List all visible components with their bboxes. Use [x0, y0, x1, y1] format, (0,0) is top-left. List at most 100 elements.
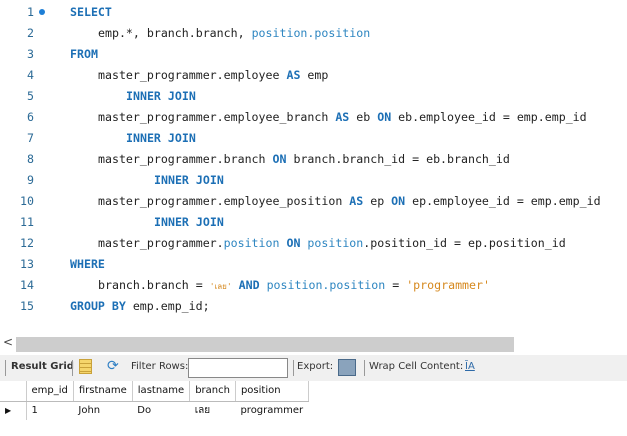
code-text: GROUP BY emp.emp_id; — [70, 296, 210, 317]
code-text: WHERE — [70, 254, 105, 275]
line-number: 1 — [27, 5, 34, 19]
code-line[interactable]: 8 master_programmer.branch ON branch.bran… — [0, 149, 627, 170]
row-pointer-icon: ▶ — [0, 401, 27, 420]
code-text: SELECT — [70, 2, 112, 23]
code-token: branch.branch_id = eb.branch_id — [286, 152, 510, 166]
code-line[interactable]: 14 branch.branch = 'เลย' AND position.pos… — [0, 275, 627, 296]
code-token: position.position — [266, 278, 386, 292]
wrap-cell-icon[interactable]: ĪA — [465, 361, 475, 372]
column-header[interactable]: emp_id — [26, 381, 74, 402]
code-token: ep.employee_id = emp.emp_id — [405, 194, 601, 208]
divider — [364, 360, 365, 376]
code-line[interactable]: 2 emp.*, branch.branch, position.position — [0, 23, 627, 44]
code-token: ON — [286, 236, 301, 250]
table-cell[interactable]: 1 — [26, 401, 73, 420]
table-cell[interactable]: Do — [132, 401, 189, 420]
code-token: .position_id = ep.position_id — [363, 236, 566, 250]
statement-marker-icon — [39, 9, 45, 15]
code-line[interactable]: 12 master_programmer.position ON position… — [0, 233, 627, 254]
result-grid: emp_id firstname lastname branch position ▶ 1… — [0, 381, 309, 420]
code-token: SELECT — [70, 5, 112, 19]
line-number: 6 — [27, 110, 34, 124]
table-row[interactable]: ▶ 1 John Do เลย programmer — [0, 401, 308, 420]
code-token: AND — [238, 278, 260, 292]
code-token: position — [223, 236, 280, 250]
code-text: INNER JOIN — [154, 212, 224, 233]
code-line[interactable]: 11 INNER JOIN — [0, 212, 627, 233]
export-label: Export: — [297, 361, 334, 372]
grid-view-icon[interactable] — [79, 359, 92, 374]
line-number: 14 — [20, 278, 34, 292]
refresh-icon[interactable]: ⟳ — [107, 358, 119, 374]
column-header[interactable]: firstname — [73, 381, 133, 402]
code-line[interactable]: 15 GROUP BY emp.emp_id; — [0, 296, 627, 317]
code-token: INNER JOIN — [126, 89, 196, 103]
horizontal-scrollbar[interactable]: < — [0, 333, 627, 353]
code-text: master_programmer.employee_position AS e… — [98, 191, 601, 212]
code-token: eb.employee_id = emp.emp_id — [391, 110, 587, 124]
code-text: INNER JOIN — [126, 86, 196, 107]
code-token: emp — [300, 68, 329, 82]
wrap-cell-label: Wrap Cell Content: — [369, 361, 464, 372]
code-line[interactable]: 10 master_programmer.employee_position AS… — [0, 191, 627, 212]
table-cell[interactable]: programmer — [235, 401, 308, 420]
code-token: emp.*, branch.branch, — [98, 26, 252, 40]
line-number: 2 — [27, 26, 34, 40]
code-text: master_programmer.employee_branch AS eb … — [98, 107, 587, 128]
code-token: ON — [377, 110, 392, 124]
column-header[interactable]: branch — [189, 381, 236, 402]
code-line[interactable]: 9 INNER JOIN — [0, 170, 627, 191]
line-number: 12 — [20, 236, 34, 250]
code-line[interactable]: 5 INNER JOIN — [0, 86, 627, 107]
divider — [72, 360, 73, 376]
scrollbar-thumb[interactable] — [16, 337, 514, 352]
table-cell[interactable]: John — [73, 401, 132, 420]
code-text: emp.*, branch.branch, position.position — [98, 23, 370, 44]
code-line[interactable]: 7 INNER JOIN — [0, 128, 627, 149]
code-token: master_programmer.employee_branch — [98, 110, 336, 124]
code-text: master_programmer.position ON position.p… — [98, 233, 566, 254]
code-token: 'programmer' — [406, 278, 490, 292]
result-toolbar: Result Grid ⟳ Filter Rows: Export: Wrap … — [0, 355, 627, 381]
code-token: position — [307, 236, 364, 250]
code-token: position.position — [251, 26, 371, 40]
code-token: master_programmer. — [98, 236, 224, 250]
code-token: emp.emp_id; — [125, 299, 210, 313]
code-text: INNER JOIN — [126, 128, 196, 149]
code-line[interactable]: 6 master_programmer.employee_branch AS eb… — [0, 107, 627, 128]
row-header-corner — [0, 381, 27, 402]
code-token: ON — [391, 194, 406, 208]
filter-rows-input[interactable] — [188, 358, 288, 378]
column-header[interactable]: position — [235, 381, 309, 402]
code-text: INNER JOIN — [154, 170, 224, 191]
code-line[interactable]: 4 master_programmer.employee AS emp — [0, 65, 627, 86]
code-line[interactable]: 1 SELECT — [0, 2, 627, 23]
code-token: INNER JOIN — [154, 215, 224, 229]
chevron-left-icon[interactable]: < — [3, 335, 13, 349]
code-token: AS — [349, 194, 364, 208]
line-number: 5 — [27, 89, 34, 103]
column-header[interactable]: lastname — [132, 381, 191, 402]
code-token: AS — [335, 110, 350, 124]
code-token: INNER JOIN — [126, 131, 196, 145]
code-text: FROM — [70, 44, 98, 65]
code-line[interactable]: 13 WHERE — [0, 254, 627, 275]
code-token: ON — [272, 152, 287, 166]
line-number: 15 — [20, 299, 34, 313]
line-number: 4 — [27, 68, 34, 82]
code-token: master_programmer.employee — [98, 68, 287, 82]
code-token: INNER JOIN — [154, 173, 224, 187]
table-cell[interactable]: เลย — [190, 401, 236, 420]
export-save-icon[interactable] — [338, 359, 356, 376]
code-text: branch.branch = 'เลย' AND position.posit… — [98, 275, 490, 297]
code-token: = — [385, 278, 407, 292]
result-grid-tab[interactable]: Result Grid — [11, 361, 74, 372]
code-line[interactable]: 3 FROM — [0, 44, 627, 65]
code-token: WHERE — [70, 257, 105, 271]
sql-editor[interactable]: 1 SELECT 2 emp.*, branch.branch, position.p… — [0, 0, 627, 330]
code-token: branch.branch = — [98, 278, 210, 292]
code-token: eb — [349, 110, 378, 124]
divider — [5, 360, 6, 376]
